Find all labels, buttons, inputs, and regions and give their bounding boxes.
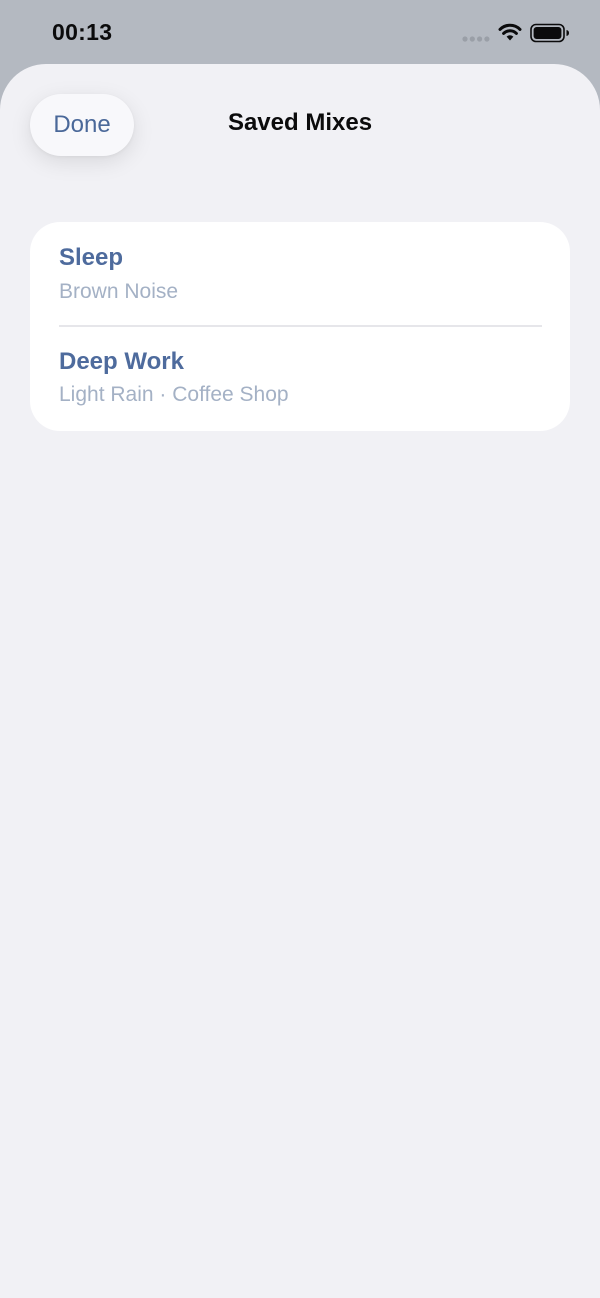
signal-dots-icon xyxy=(462,36,490,42)
status-time: 00:13 xyxy=(52,19,113,45)
status-bar: 00:13 xyxy=(0,0,600,64)
saved-mixes-list: Sleep Brown Noise Deep Work Light Rain ·… xyxy=(30,222,570,431)
mix-sounds: Light Rain · Coffee Shop xyxy=(59,383,289,406)
wifi-icon xyxy=(498,23,522,41)
mix-name: Sleep xyxy=(59,244,124,271)
mix-sounds: Brown Noise xyxy=(59,280,179,303)
mix-row-deep-work[interactable]: Deep Work Light Rain · Coffee Shop xyxy=(30,326,570,430)
done-button[interactable]: Done xyxy=(30,94,134,156)
mix-row-sleep[interactable]: Sleep Brown Noise xyxy=(30,222,570,327)
sheet-title: Saved Mixes xyxy=(227,109,373,136)
mix-name: Deep Work xyxy=(59,348,184,375)
saved-mixes-sheet: Done Saved Mixes Sleep Brown Noise Deep … xyxy=(0,64,600,1298)
battery-icon xyxy=(530,23,569,43)
